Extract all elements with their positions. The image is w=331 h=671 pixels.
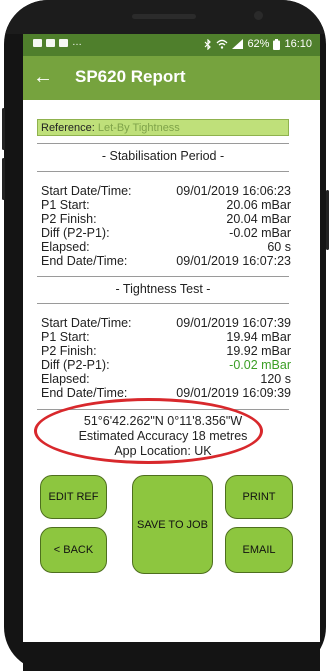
tightness-title: - Tightness Test - xyxy=(115,282,211,296)
divider xyxy=(37,303,289,304)
data-row: Start Date/Time: 09/01/2019 16:07:39 xyxy=(41,316,291,330)
row-label: Elapsed: xyxy=(41,372,90,386)
row-label: End Date/Time: xyxy=(41,386,128,400)
more-notifications-dots: … xyxy=(72,37,83,48)
save-to-job-button[interactable]: SAVE TO JOB xyxy=(132,475,213,574)
battery-icon xyxy=(273,38,281,50)
row-label: Diff (P2-P1): xyxy=(41,226,110,240)
row-label: P2 Finish: xyxy=(41,344,97,358)
row-label: Start Date/Time: xyxy=(41,184,132,198)
app-bar: ← SP620 Report xyxy=(23,56,320,100)
back-arrow-icon[interactable]: ← xyxy=(33,65,53,89)
row-value: -0.02 mBar xyxy=(229,226,291,240)
data-row: Start Date/Time: 09/01/2019 16:06:23 xyxy=(41,184,291,198)
row-value: 09/01/2019 16:06:23 xyxy=(176,184,291,198)
stabilisation-title: - Stabilisation Period - xyxy=(101,149,225,163)
front-camera xyxy=(254,11,263,20)
data-row: Elapsed: 120 s xyxy=(41,372,291,386)
row-label: Diff (P2-P1): xyxy=(41,358,110,372)
signal-icon xyxy=(232,39,244,49)
data-row: Diff (P2-P1): -0.02 mBar xyxy=(41,226,291,240)
row-value: 20.06 mBar xyxy=(226,198,291,212)
row-value: 09/01/2019 16:09:39 xyxy=(176,386,291,400)
power-button xyxy=(326,190,329,250)
status-time: 16:10 xyxy=(284,38,312,50)
reference-value: Let-By Tightness xyxy=(97,122,180,134)
data-row: Elapsed: 60 s xyxy=(41,240,291,254)
diff-value-green: -0.02 mBar xyxy=(229,358,291,372)
data-row: P2 Finish: 20.04 mBar xyxy=(41,212,291,226)
email-button[interactable]: EMAIL xyxy=(225,527,293,573)
page-title: SP620 Report xyxy=(75,67,186,86)
reference-label: Reference: xyxy=(41,122,95,134)
row-value: 09/01/2019 16:07:39 xyxy=(176,316,291,330)
row-value: 19.92 mBar xyxy=(226,344,291,358)
edit-ref-button[interactable]: EDIT REF xyxy=(40,475,107,519)
row-value: 120 s xyxy=(260,372,291,386)
data-row: P1 Start: 20.06 mBar xyxy=(41,198,291,212)
volume-up-button xyxy=(2,108,5,150)
notification-icon xyxy=(59,39,68,47)
tightness-data: Start Date/Time: 09/01/2019 16:07:39 P1 … xyxy=(41,316,291,400)
status-right: 62% 16:10 xyxy=(204,38,312,50)
data-row: P1 Start: 19.94 mBar xyxy=(41,330,291,344)
earpiece-speaker xyxy=(132,14,196,19)
message-icon xyxy=(46,39,55,47)
highlight-ellipse xyxy=(34,398,263,464)
status-bar: … 62% 16:10 xyxy=(23,34,320,56)
row-value: 60 s xyxy=(267,240,291,254)
print-button[interactable]: PRINT xyxy=(225,475,293,519)
divider xyxy=(37,143,289,144)
row-label: P2 Finish: xyxy=(41,212,97,226)
row-value: 09/01/2019 16:07:23 xyxy=(176,254,291,268)
row-label: Elapsed: xyxy=(41,240,90,254)
bluetooth-icon xyxy=(205,38,212,50)
row-label: P1 Start: xyxy=(41,198,90,212)
status-left: … xyxy=(33,37,83,48)
phone-top-bezel xyxy=(4,0,326,34)
stabilisation-data: Start Date/Time: 09/01/2019 16:06:23 P1 … xyxy=(41,184,291,268)
reference-field: Reference: Let-By Tightness xyxy=(37,119,289,136)
back-button[interactable]: < BACK xyxy=(40,527,107,573)
bottom-bezel xyxy=(23,642,320,671)
battery-percent: 62% xyxy=(247,38,270,50)
divider xyxy=(37,171,289,172)
data-row: Diff (P2-P1): -0.02 mBar xyxy=(41,358,291,372)
row-label: End Date/Time: xyxy=(41,254,128,268)
row-value: 20.04 mBar xyxy=(226,212,291,226)
volume-down-button xyxy=(2,158,5,200)
row-label: P1 Start: xyxy=(41,330,90,344)
data-row: End Date/Time: 09/01/2019 16:07:23 xyxy=(41,254,291,268)
divider xyxy=(37,276,289,277)
row-label: Start Date/Time: xyxy=(41,316,132,330)
row-value: 19.94 mBar xyxy=(226,330,291,344)
device-screen: … 62% 16:10 ← SP620 Report Reference: Le… xyxy=(23,34,320,642)
data-row: P2 Finish: 19.92 mBar xyxy=(41,344,291,358)
wifi-icon xyxy=(216,39,228,49)
report-content: Reference: Let-By Tightness - Stabilisat… xyxy=(23,100,320,642)
gallery-icon xyxy=(33,39,42,47)
